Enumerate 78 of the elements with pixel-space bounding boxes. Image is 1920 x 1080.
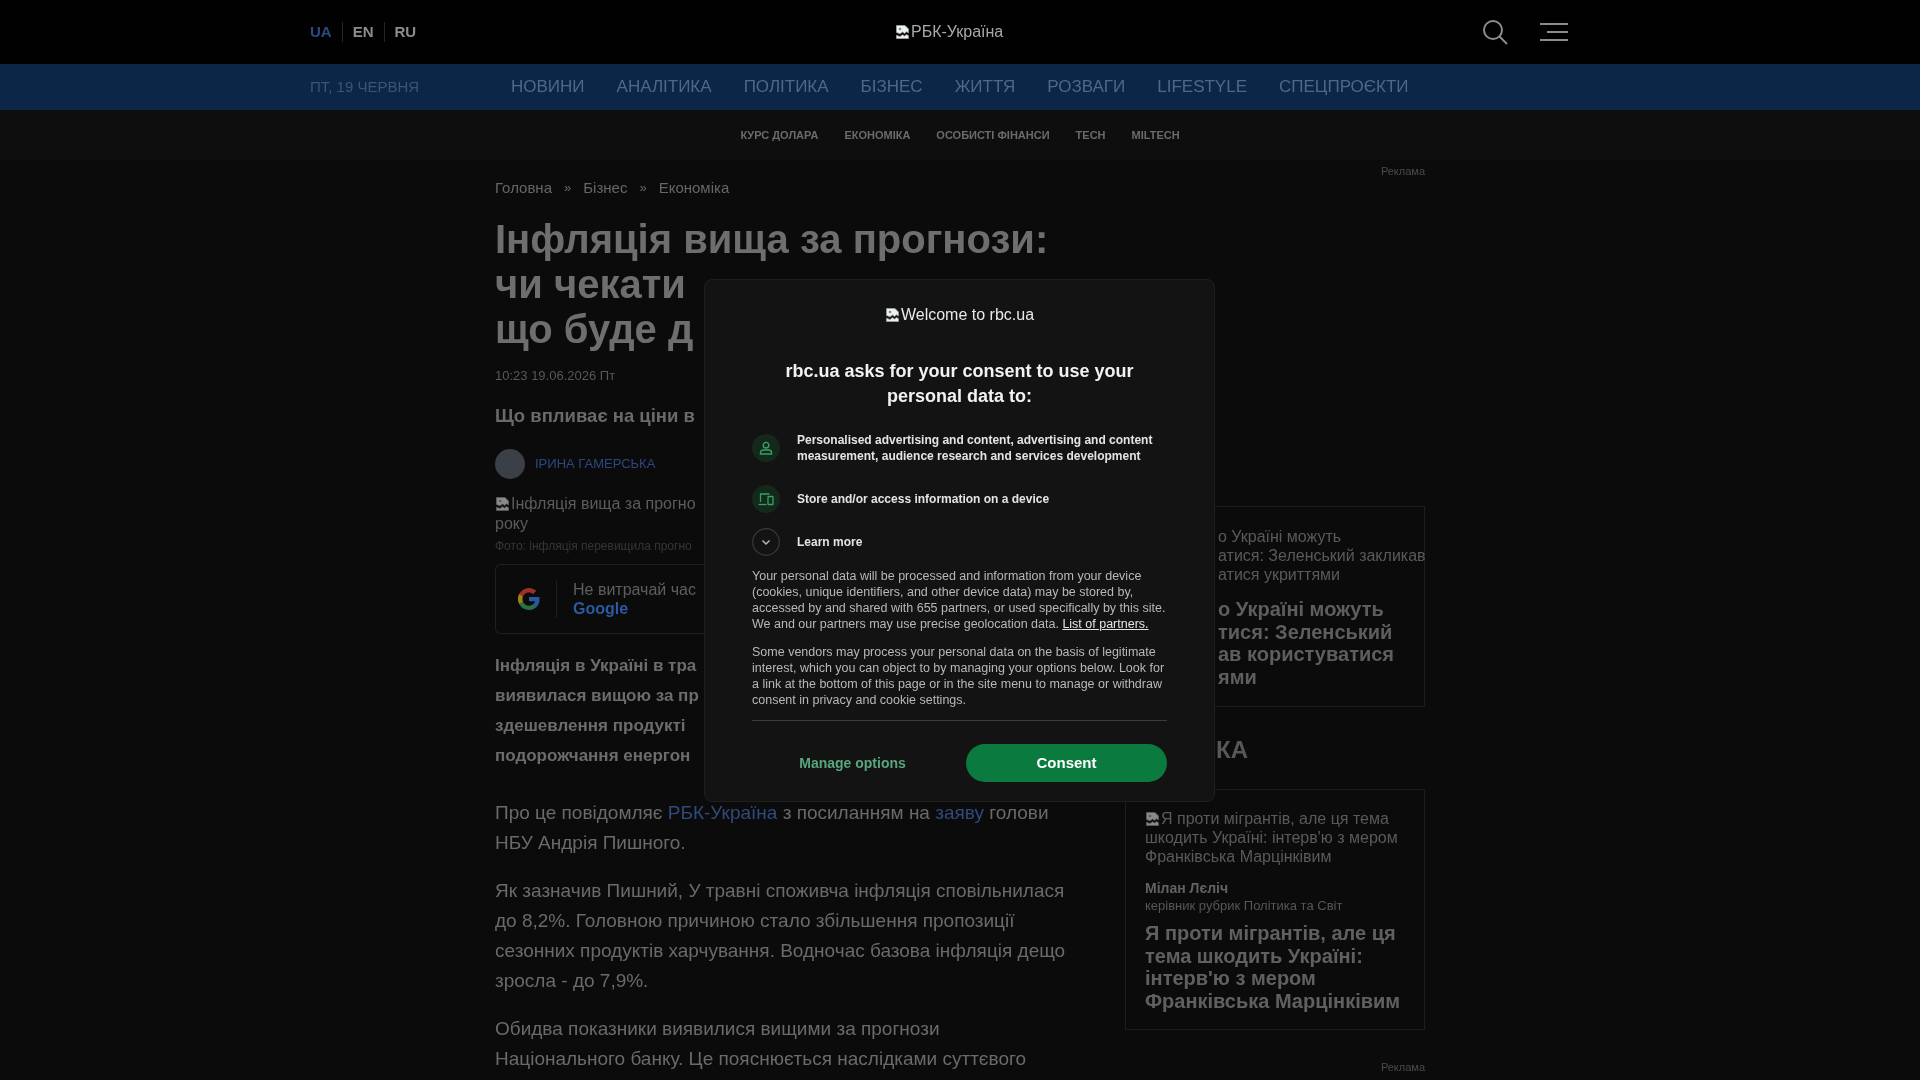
interview-card[interactable] [1125, 789, 1425, 1030]
image-alt-text: Франківська Марцінківим [1145, 847, 1332, 866]
image-alt-text: атися: Зеленський закликав [1218, 546, 1426, 565]
author-link[interactable]: ІРИНА ГАМЕРСЬКА [535, 454, 656, 474]
broken-image-icon [495, 496, 511, 512]
nav-link[interactable]: LIFESTYLE [1157, 74, 1247, 100]
nav-link[interactable]: НОВИНИ [511, 74, 585, 100]
interview-title: Я проти мігрантів, але ця тема шкодить Україні: інтерв'ю з мером Франківська Марцінківим [1145, 922, 1402, 1012]
ad-label: Реклама [1380, 164, 1425, 178]
lead-text: Інфляція в Україні в тра [495, 655, 697, 677]
article-paragraph: Як зазначив Пишний, У травні споживча інфляція сповільнилася до 8,2%. Головною причиною стало збільшення пропозиції сезонних продуктів харчування. Водночас базова інфляція дещо зросла - до 7,9%. [495, 879, 1067, 993]
dialog-logo-alt-text: Welcome to rbc.ua [900, 305, 1035, 325]
image-alt-text: Я проти мігрантів, але ця тема [1161, 809, 1389, 828]
subnav-link[interactable]: ЕКОНОМІКА [844, 126, 911, 144]
subnav-link[interactable]: MILTECH [1131, 126, 1180, 144]
dialog-paragraph: Your personal data will be processed and information from your device (cookies, unique identifiers, and other device data) may be stored by, accessed by and shared with 655 partners, or used specifically by this site. We and our partners may use precise geolocation data. List of partners. [752, 568, 1167, 632]
image-alt-text: Інфляція вища за прогно [511, 494, 696, 514]
lead-text: виявилася вищою за пр [495, 685, 699, 707]
subnav-link[interactable]: TECH [1075, 126, 1106, 144]
breadcrumb-separator: » [564, 179, 572, 198]
site-logo-link[interactable]: РБК-Україна [894, 22, 1004, 42]
article-subtitle: Що впливає на ціни в [495, 404, 695, 428]
breadcrumb-link[interactable]: Бізнес [583, 176, 628, 200]
image-alt-text: о Україні можуть [1218, 527, 1342, 546]
author-avatar [495, 449, 525, 479]
person-icon [752, 434, 780, 462]
article-paragraph: Про це повідомляє РБК-Україна з посиланням на заяву голови НБУ Андрія Пишного. [495, 801, 1050, 855]
nav-link[interactable]: ПОЛІТИКА [743, 74, 829, 100]
dialog-heading: rbc.ua asks for your consent to use your personal data to: [784, 360, 1135, 408]
news-card-title: ав користуватися [1218, 643, 1395, 666]
author-role: керівник рубрик Політика та Світ [1145, 897, 1343, 914]
nav-link[interactable]: ЖИТТЯ [954, 74, 1016, 100]
article-title: чи чекати [495, 262, 686, 307]
banner-text: Не витрачай час [573, 580, 696, 599]
menu-icon[interactable] [1540, 23, 1568, 41]
article-title: Інфляція вища за прогнози: [495, 217, 1049, 262]
article-paragraph: Обидва показники виявилися вищими за прогнози Національного банку. Це пояснюється наслідками суттєвого [495, 1017, 1028, 1071]
g-logo-icon [518, 588, 540, 610]
broken-image-icon [894, 24, 911, 40]
search-icon[interactable] [1482, 19, 1508, 45]
language-link[interactable]: RU [394, 22, 417, 42]
image-alt-text: року [495, 514, 528, 534]
article-title: що буде д [495, 307, 694, 352]
nav-link[interactable]: РОЗВАГИ [1047, 74, 1126, 100]
broken-image-icon [884, 307, 901, 323]
consent-button[interactable]: Consent [966, 744, 1167, 782]
lead-text: здешевлення продукті [495, 715, 686, 737]
inline-link[interactable]: List of partners. [1062, 617, 1149, 631]
breadcrumb-separator: » [639, 179, 647, 198]
nav-link[interactable]: АНАЛІТИКА [616, 74, 712, 100]
image-alt-text: шкодить Україні: інтерв'ю з мером [1145, 828, 1398, 847]
ad-label: Реклама [1380, 1060, 1425, 1074]
image-alt-text: атися укриттями [1218, 565, 1340, 584]
author-name: Мілан Лєліч [1145, 879, 1229, 897]
news-card-title: о Україні можуть [1218, 598, 1384, 621]
publish-date: 10:23 19.06.2026 Пт [495, 367, 616, 385]
devices-icon [752, 485, 780, 513]
subnav-link[interactable]: ОСОБИСТІ ФІНАНСИ [936, 126, 1050, 144]
breadcrumb-link[interactable]: Головна [495, 176, 552, 200]
news-card-title: ями [1218, 665, 1257, 688]
inline-link[interactable]: заяву [935, 802, 984, 823]
google-link[interactable]: Google [573, 599, 629, 618]
broken-image-icon [1145, 810, 1161, 827]
learn-more-toggle[interactable]: Learn more [752, 528, 863, 556]
purpose-text: Personalised advertising and content, advertising and content measurement, audience research and services development [797, 432, 1154, 464]
inline-link[interactable]: РБК-Україна [667, 802, 778, 823]
dialog-paragraph: Some vendors may process your personal data on the basis of legitimate interest, which you can object to by managing your options below. Look for a link at the bottom of this page or in the site menu to manage or withdraw consent in privacy and cookie settings. [752, 644, 1166, 708]
purpose-text: Store and/or access information on a device [797, 491, 1050, 507]
nav-link[interactable]: СПЕЦПРОЄКТИ [1279, 74, 1409, 100]
breadcrumb-link[interactable]: Економіка [658, 176, 730, 200]
language-link[interactable]: EN [352, 22, 374, 42]
subnav-link[interactable]: КУРС ДОЛАРА [740, 126, 819, 144]
news-card-title: тися: Зеленський [1218, 620, 1393, 643]
nav-link[interactable]: БІЗНЕС [860, 74, 923, 100]
section-title: КА [1216, 735, 1248, 765]
language-link[interactable]: UA [310, 22, 332, 42]
lead-text: подорожчання енергон [495, 745, 691, 767]
manage-options-button[interactable]: Manage options [752, 744, 953, 782]
